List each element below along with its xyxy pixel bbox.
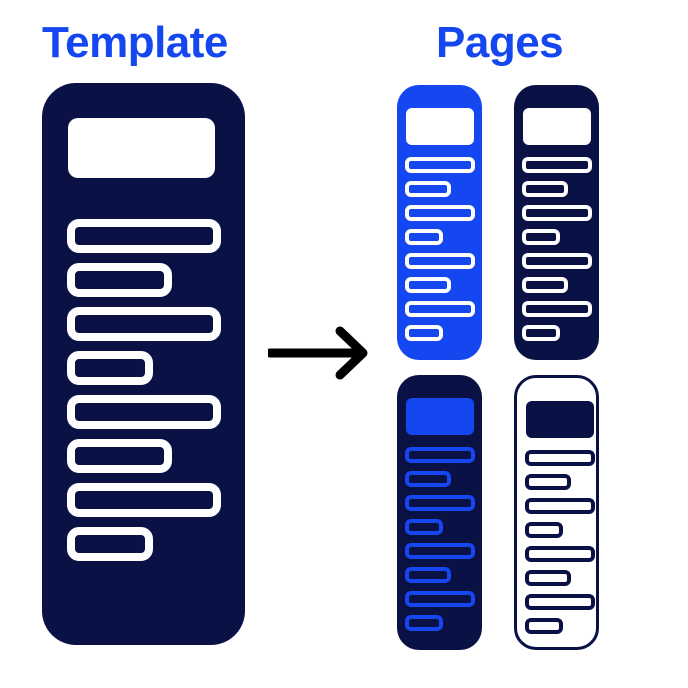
page-bar <box>405 543 475 559</box>
template-bar <box>67 263 172 297</box>
template-bar <box>67 395 221 429</box>
page-bar <box>522 301 592 317</box>
page-card-white[interactable] <box>514 375 599 650</box>
page-bar <box>522 229 560 245</box>
page-bar <box>405 495 475 511</box>
page-bar <box>405 615 443 631</box>
page-card-navy[interactable] <box>514 85 599 360</box>
page-bar <box>525 498 595 514</box>
page-bar <box>405 567 451 583</box>
page-header-block <box>406 108 474 145</box>
template-bar <box>67 307 221 341</box>
page-bar <box>405 519 443 535</box>
template-card[interactable] <box>42 83 245 645</box>
template-bar <box>67 439 172 473</box>
page-card-navy-blue[interactable] <box>397 375 482 650</box>
page-title-template: Template <box>42 18 228 67</box>
page-bar <box>525 618 563 634</box>
page-bar <box>405 181 451 197</box>
page-bar <box>405 447 475 463</box>
page-bar <box>522 181 568 197</box>
template-bar <box>67 483 221 517</box>
page-bar <box>525 546 595 562</box>
page-bar <box>525 474 571 490</box>
page-bar <box>405 325 443 341</box>
page-bar <box>522 253 592 269</box>
template-bar <box>67 527 153 561</box>
template-bar <box>67 219 221 253</box>
page-bar <box>525 594 595 610</box>
template-header-block <box>68 118 215 178</box>
page-header-block <box>523 108 591 145</box>
diagram-canvas: Template Pages <box>0 0 688 688</box>
page-header-block <box>406 398 474 435</box>
page-bar <box>522 157 592 173</box>
page-bar <box>405 157 475 173</box>
page-bar <box>522 205 592 221</box>
page-bar <box>405 205 475 221</box>
page-bar <box>405 277 451 293</box>
page-bar <box>405 301 475 317</box>
page-header-block <box>526 401 594 438</box>
page-bar <box>405 471 451 487</box>
arrow-right-icon <box>265 322 372 384</box>
template-bar <box>67 351 153 385</box>
page-bar <box>405 591 475 607</box>
page-bar <box>525 522 563 538</box>
page-bar <box>522 277 568 293</box>
page-card-blue[interactable] <box>397 85 482 360</box>
page-bar <box>525 450 595 466</box>
page-title-pages: Pages <box>436 18 564 67</box>
page-bar <box>522 325 560 341</box>
page-bar <box>525 570 571 586</box>
page-bar <box>405 253 475 269</box>
page-bar <box>405 229 443 245</box>
